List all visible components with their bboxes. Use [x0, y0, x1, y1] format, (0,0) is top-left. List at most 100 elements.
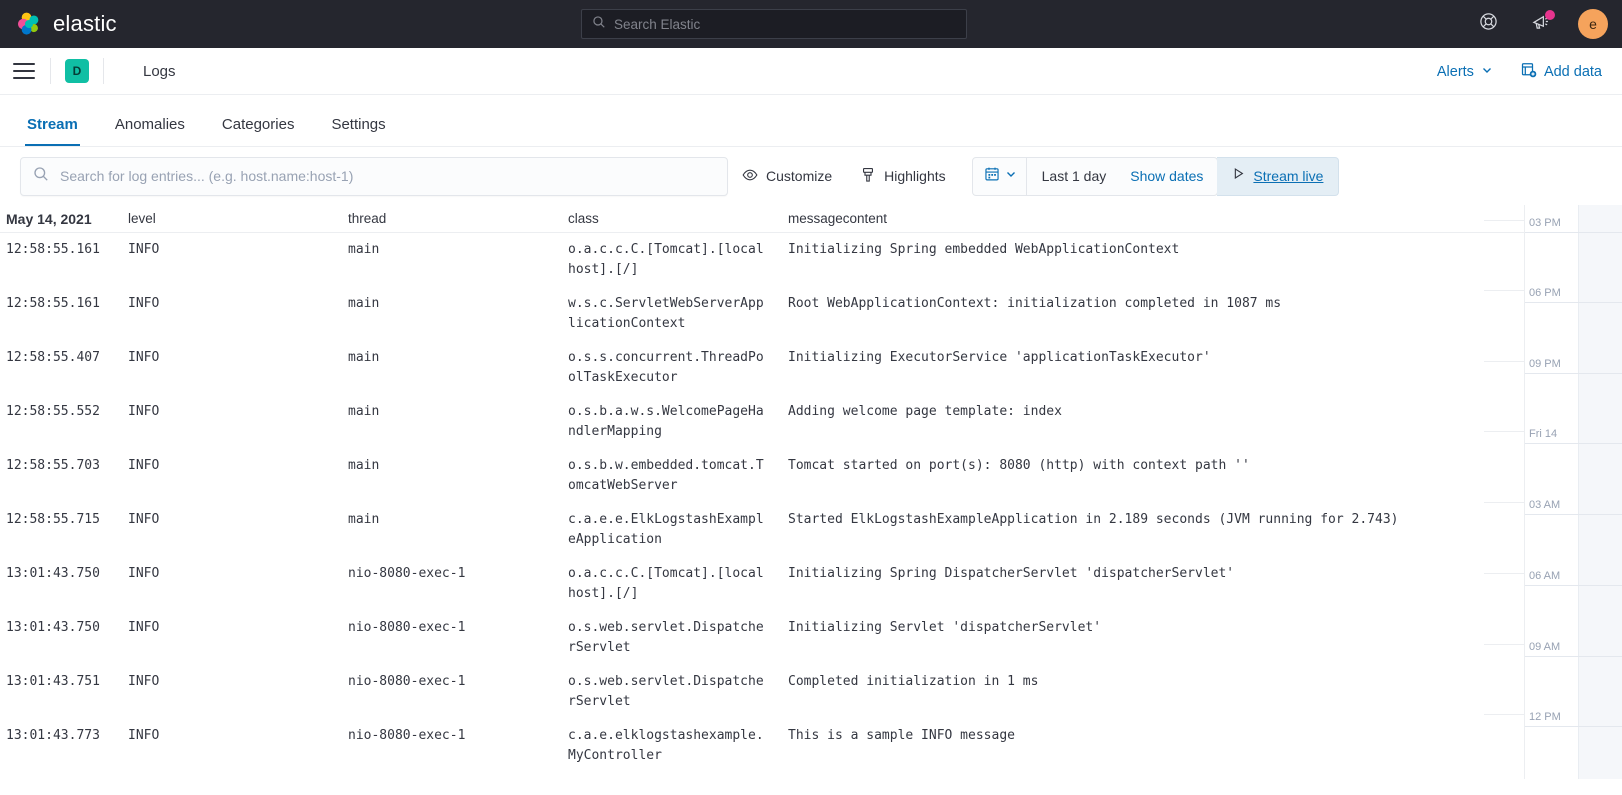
- alerts-button[interactable]: Alerts: [1437, 64, 1493, 80]
- header-actions: e: [1474, 0, 1608, 48]
- log-timestamp: 12:58:55.161: [6, 242, 100, 257]
- log-thread: nio-8080-exec-1: [348, 620, 466, 635]
- log-class: w.s.c.ServletWebServerApplicationContext: [568, 296, 764, 331]
- minimap-tick-line: [1484, 431, 1524, 432]
- log-thread: main: [348, 458, 380, 473]
- table-row[interactable]: 13:01:43.750 INFO nio-8080-exec-1 o.a.c.c.C…: [0, 557, 1524, 611]
- log-level: INFO: [128, 458, 160, 473]
- chevron-down-icon: [1005, 167, 1017, 185]
- log-message: Root WebApplicationContext: initializati…: [788, 296, 1282, 311]
- column-header-message[interactable]: messagecontent: [788, 211, 1622, 226]
- tab-settings[interactable]: Settings: [329, 116, 387, 146]
- date-range-label[interactable]: Last 1 day: [1027, 168, 1117, 184]
- table-row[interactable]: 13:01:43.751 INFO nio-8080-exec-1 o.s.web.s…: [0, 665, 1524, 719]
- hamburger-menu-icon[interactable]: [12, 62, 36, 80]
- log-thread: main: [348, 242, 380, 257]
- brush-icon: [860, 167, 876, 186]
- column-header-class[interactable]: class: [568, 211, 788, 226]
- log-class: o.s.web.servlet.DispatcherServlet: [568, 620, 764, 655]
- app-nav-bar: D Logs Alerts Add data: [0, 48, 1622, 95]
- nav-divider: [50, 58, 51, 84]
- table-row[interactable]: 12:58:55.715 INFO main c.a.e.e.ElkLogstashE…: [0, 503, 1524, 557]
- log-message: Adding welcome page template: index: [788, 404, 1062, 419]
- log-stream: May 14, 2021 level thread class messagec…: [0, 205, 1622, 779]
- breadcrumb[interactable]: Logs: [143, 63, 176, 80]
- global-search-input[interactable]: Search Elastic: [581, 9, 967, 39]
- customize-label: Customize: [766, 168, 833, 184]
- minimap-tick-label: 09 PM: [1525, 358, 1622, 374]
- global-search-placeholder: Search Elastic: [614, 16, 701, 32]
- log-timestamp: 12:58:55.161: [6, 296, 100, 311]
- log-message: Tomcat started on port(s): 8080 (http) w…: [788, 458, 1250, 473]
- column-header-date: May 14, 2021: [6, 210, 92, 227]
- log-message: Completed initialization in 1 ms: [788, 674, 1039, 689]
- tab-anomalies[interactable]: Anomalies: [113, 116, 187, 146]
- column-header-thread[interactable]: thread: [348, 211, 568, 226]
- log-thread: main: [348, 404, 380, 419]
- log-class: o.s.web.servlet.DispatcherServlet: [568, 674, 764, 709]
- chevron-down-icon: [1481, 64, 1493, 80]
- calendar-icon: [984, 166, 1000, 187]
- log-search-placeholder: Search for log entries... (e.g. host.nam…: [60, 168, 354, 184]
- minimap-tick-label: 03 PM: [1525, 217, 1622, 233]
- table-row[interactable]: 12:58:55.703 INFO main o.s.b.w.embedded.tom…: [0, 449, 1524, 503]
- log-minimap[interactable]: 03 PM 06 PM 09 PM Fri 14 03 AM 06 AM 09 AM 12 P…: [1484, 205, 1622, 779]
- table-row[interactable]: 13:01:45.420INFOnio-8080-exec-3c.a.e.elk…: [0, 773, 1524, 779]
- table-row[interactable]: 13:01:43.773 INFO nio-8080-exec-1 c.a.e.elk…: [0, 719, 1524, 773]
- notification-badge: [1545, 10, 1555, 20]
- news-feed-button[interactable]: [1526, 10, 1555, 38]
- minimap-tick-label: 03 AM: [1525, 499, 1622, 515]
- tab-categories[interactable]: Categories: [220, 116, 297, 146]
- column-header-level[interactable]: level: [128, 211, 348, 226]
- tab-stream[interactable]: Stream: [25, 116, 80, 146]
- table-row[interactable]: 12:58:55.552 INFO main o.s.b.a.w.s.WelcomeP…: [0, 395, 1524, 449]
- table-row[interactable]: 13:01:43.750 INFO nio-8080-exec-1 o.s.web.s…: [0, 611, 1524, 665]
- log-class: o.a.c.c.C.[Tomcat].[localhost].[/]: [568, 566, 764, 601]
- date-quick-select-button[interactable]: [973, 157, 1027, 195]
- stream-toolbar: Search for log entries... (e.g. host.nam…: [0, 147, 1622, 205]
- elastic-logo-icon: [16, 11, 42, 37]
- customize-button[interactable]: Customize: [728, 157, 846, 196]
- log-thread: main: [348, 296, 380, 311]
- minimap-tick-label: 06 PM: [1525, 287, 1622, 303]
- minimap-tick-label: 12 PM: [1525, 711, 1622, 727]
- highlights-button[interactable]: Highlights: [846, 157, 959, 196]
- log-message: Initializing Spring DispatcherServlet 'd…: [788, 566, 1235, 581]
- log-timestamp: 13:01:43.751: [6, 674, 100, 689]
- date-range-control: Last 1 day Show dates: [971, 156, 1219, 196]
- minimap-tick-label: 06 AM: [1525, 570, 1622, 586]
- nav-divider-2: [103, 58, 104, 84]
- highlights-label: Highlights: [884, 168, 946, 184]
- log-rows-container[interactable]: 12:58:55.161 INFO main o.a.c.c.C.[Tomcat].[…: [0, 233, 1524, 779]
- log-class: o.s.b.a.w.s.WelcomePageHandlerMapping: [568, 404, 764, 439]
- avatar[interactable]: e: [1578, 9, 1608, 39]
- table-row[interactable]: 12:58:55.161 INFO main o.a.c.c.C.[Tomcat].[…: [0, 233, 1524, 287]
- log-message: This is a sample INFO message: [788, 728, 1015, 743]
- elastic-brand[interactable]: elastic: [0, 11, 117, 37]
- help-button[interactable]: [1474, 10, 1502, 38]
- show-dates-button[interactable]: Show dates: [1116, 168, 1217, 184]
- log-search-input[interactable]: Search for log entries... (e.g. host.nam…: [20, 156, 728, 196]
- stream-live-button[interactable]: Stream live: [1217, 156, 1340, 196]
- minimap-tick-line: [1484, 714, 1524, 715]
- space-badge[interactable]: D: [65, 59, 89, 83]
- log-message: Initializing Servlet 'dispatcherServlet': [788, 620, 1102, 635]
- add-data-button[interactable]: Add data: [1521, 62, 1602, 82]
- log-class: o.s.s.concurrent.ThreadPoolTaskExecutor: [568, 350, 764, 385]
- table-row[interactable]: 12:58:55.407 INFO main o.s.s.concurrent.Thr…: [0, 341, 1524, 395]
- index-add-icon: [1521, 62, 1537, 82]
- log-class: c.a.e.e.ElkLogstashExampleApplication: [568, 512, 764, 547]
- eye-icon: [742, 167, 758, 186]
- table-row[interactable]: 12:58:55.161 INFO main w.s.c.ServletWebServ…: [0, 287, 1524, 341]
- log-level: INFO: [128, 350, 160, 365]
- table-header: May 14, 2021 level thread class messagec…: [0, 205, 1622, 233]
- log-timestamp: 13:01:43.750: [6, 566, 100, 581]
- alerts-label: Alerts: [1436, 63, 1474, 80]
- log-timestamp: 12:58:55.715: [6, 512, 100, 527]
- log-timestamp: 13:01:43.773: [6, 728, 100, 743]
- log-level: INFO: [128, 674, 160, 689]
- log-thread: nio-8080-exec-1: [348, 728, 466, 743]
- log-level: INFO: [128, 728, 160, 743]
- log-class: o.s.b.w.embedded.tomcat.TomcatWebServer: [568, 458, 764, 493]
- global-header: elastic Search Elastic e: [0, 0, 1622, 48]
